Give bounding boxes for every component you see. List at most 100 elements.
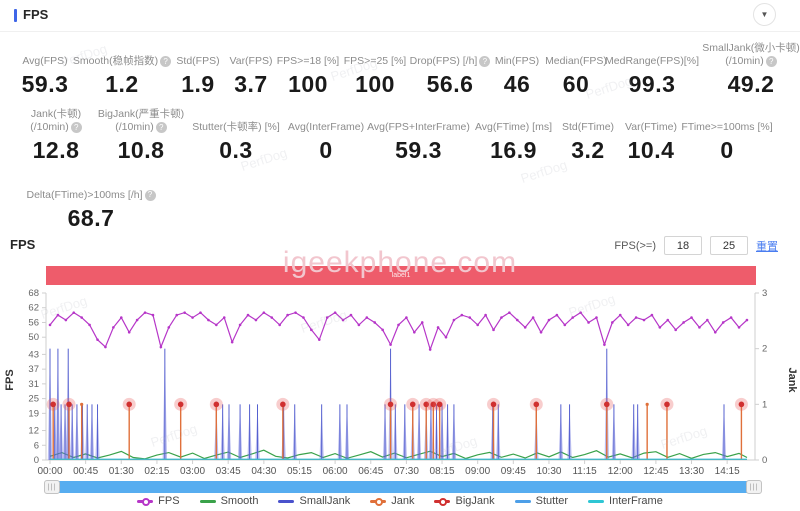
stat-cell: FPS>=18 [%]100 xyxy=(276,42,340,98)
stat-label: Jank(卡顿)(/10min)? xyxy=(30,108,82,134)
x-tick-label: 07:30 xyxy=(394,466,419,477)
stat-label: Avg(FTime) [ms] xyxy=(475,108,552,134)
stat-value: 0.3 xyxy=(219,137,252,164)
stat-value: 60 xyxy=(563,71,590,98)
fps-chart[interactable]: 6862565043373125191260321000:0000:4501:3… xyxy=(0,285,800,480)
y-right-tick-label: 0 xyxy=(762,455,767,466)
series-jank xyxy=(50,403,747,460)
y-left-tick-label: 43 xyxy=(28,349,39,360)
legend-label: Jank xyxy=(391,495,414,507)
x-tick-label: 12:45 xyxy=(643,466,668,477)
x-tick-label: 09:00 xyxy=(465,466,490,477)
label-band[interactable]: label1 xyxy=(46,266,756,285)
scrollbar-handle-right[interactable]: ||| xyxy=(746,480,762,494)
stat-label: Min(FPS) xyxy=(495,42,539,68)
stat-value: 68.7 xyxy=(68,205,115,232)
stat-value: 56.6 xyxy=(427,71,474,98)
stat-cell: Avg(FPS+InterFrame) 59.3 xyxy=(366,108,471,164)
stat-value: 99.3 xyxy=(629,71,676,98)
y-left-tick-label: 56 xyxy=(28,317,39,328)
stat-cell: MedRange(FPS)[%]99.3 xyxy=(608,42,696,98)
y-left-tick-label: 37 xyxy=(28,364,39,375)
stat-cell: Jank(卡顿)(/10min)?12.8 xyxy=(16,108,96,164)
fps-threshold-input-low[interactable] xyxy=(664,236,702,255)
legend-item-fps[interactable]: FPS xyxy=(137,495,179,507)
stat-cell: Stutter(卡顿率) [%]0.3 xyxy=(186,108,286,164)
x-tick-label: 02:15 xyxy=(144,466,169,477)
stat-cell: Avg(FPS)59.3 xyxy=(16,42,74,98)
legend-item-interframe[interactable]: InterFrame xyxy=(588,495,663,507)
help-icon[interactable]: ? xyxy=(145,190,156,201)
grip-icon: ||| xyxy=(48,484,56,491)
stat-value: 59.3 xyxy=(395,137,442,164)
stat-label: Avg(FPS+InterFrame) xyxy=(367,108,470,134)
y-left-axis-title: FPS xyxy=(4,369,16,390)
help-icon[interactable]: ? xyxy=(479,56,490,67)
stat-cell: SmallJank(微小卡顿)(/10min)?49.2 xyxy=(696,42,800,98)
legend-swatch-icon xyxy=(370,497,386,505)
y-left-tick-label: 62 xyxy=(28,303,39,314)
stat-cell: Std(FPS)1.9 xyxy=(170,42,226,98)
y-right-tick-label: 1 xyxy=(762,399,767,410)
scrollbar-handle-left[interactable]: ||| xyxy=(44,480,60,494)
accent-bar xyxy=(14,9,17,22)
panel-header: FPS ▼ xyxy=(0,0,800,30)
help-icon[interactable]: ? xyxy=(766,56,777,67)
stat-label: Var(FTime) xyxy=(625,108,677,134)
x-tick-label: 08:15 xyxy=(430,466,455,477)
fps-threshold-input-high[interactable] xyxy=(710,236,748,255)
collapse-button[interactable]: ▼ xyxy=(753,3,776,26)
y-left-tick-label: 0 xyxy=(34,455,39,466)
stat-value: 49.2 xyxy=(728,71,775,98)
chart-scrollbar[interactable]: ||| ||| xyxy=(45,481,761,493)
legend-item-smooth[interactable]: Smooth xyxy=(200,495,259,507)
stat-value: 1.9 xyxy=(181,71,214,98)
help-icon[interactable]: ? xyxy=(71,122,82,133)
y-left-tick-label: 6 xyxy=(34,440,39,451)
y-left-tick-label: 19 xyxy=(28,408,39,419)
stat-cell: FTime>=100ms [%]0 xyxy=(682,108,772,164)
y-left-tick-label: 25 xyxy=(28,394,39,405)
x-tick-label: 10:30 xyxy=(536,466,561,477)
stat-label: Median(FPS) xyxy=(545,42,607,68)
stat-value: 10.8 xyxy=(118,137,165,164)
chart-title: FPS xyxy=(10,237,35,252)
y-right-tick-label: 3 xyxy=(762,288,767,299)
stat-cell: FPS>=25 [%]100 xyxy=(340,42,410,98)
x-tick-label: 06:00 xyxy=(323,466,348,477)
stat-cell: Var(FPS)3.7 xyxy=(226,42,276,98)
stat-value: 0 xyxy=(720,137,733,164)
legend-item-jank[interactable]: Jank xyxy=(370,495,414,507)
chevron-down-icon: ▼ xyxy=(761,11,769,19)
y-right-tick-label: 2 xyxy=(762,344,767,355)
legend-label: Smooth xyxy=(221,495,259,507)
stat-cell: Delta(FTime)>100ms [/h]?68.7 xyxy=(16,176,166,232)
stat-value: 3.7 xyxy=(234,71,267,98)
x-tick-label: 12:00 xyxy=(608,466,633,477)
stat-cell: Var(FTime)10.4 xyxy=(620,108,682,164)
legend-swatch-icon xyxy=(515,497,531,505)
reset-link[interactable]: 重置 xyxy=(756,238,778,254)
y-left-tick-label: 50 xyxy=(28,332,39,343)
x-tick-label: 03:00 xyxy=(180,466,205,477)
legend-label: InterFrame xyxy=(609,495,663,507)
stat-label: FPS>=25 [%] xyxy=(344,42,406,68)
legend-label: FPS xyxy=(158,495,179,507)
help-icon[interactable]: ? xyxy=(156,122,167,133)
legend-swatch-icon xyxy=(137,497,153,505)
stat-label: BigJank(严重卡顿)(/10min)? xyxy=(98,108,184,134)
stat-cell: BigJank(严重卡顿)(/10min)? 10.8 xyxy=(96,108,186,164)
legend-item-smalljank[interactable]: SmallJank xyxy=(278,495,350,507)
legend-swatch-icon xyxy=(200,497,216,505)
legend-item-stutter[interactable]: Stutter xyxy=(515,495,568,507)
y-left-tick-label: 68 xyxy=(28,288,39,299)
x-tick-label: 11:15 xyxy=(572,466,597,477)
header-divider xyxy=(0,31,800,32)
legend-label: SmallJank xyxy=(299,495,350,507)
legend-item-bigjank[interactable]: BigJank xyxy=(434,495,494,507)
stat-cell: Min(FPS)46 xyxy=(490,42,544,98)
x-tick-label: 14:15 xyxy=(715,466,740,477)
x-tick-label: 00:45 xyxy=(73,466,98,477)
stat-value: 16.9 xyxy=(490,137,537,164)
stat-label: Std(FTime) xyxy=(562,108,614,134)
